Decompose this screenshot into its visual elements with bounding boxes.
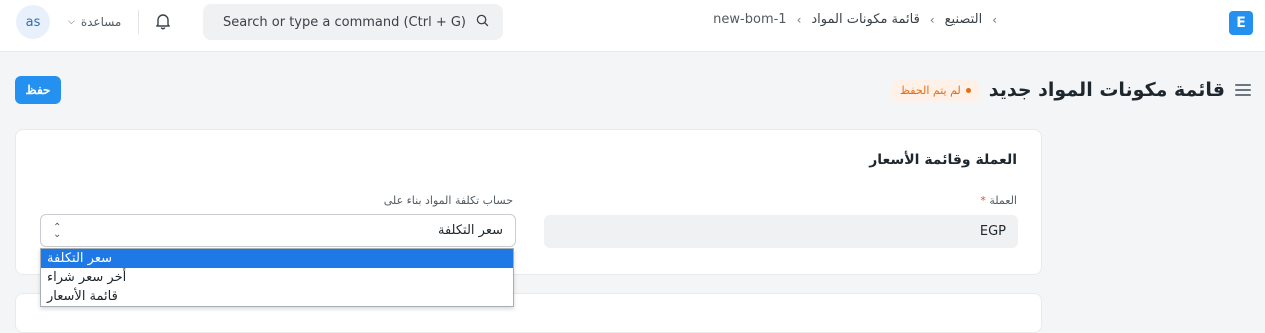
page-head: قائمة مكونات المواد جديد لم يتم الحفظ bbox=[891, 76, 1251, 104]
status-dot-icon bbox=[965, 87, 971, 93]
help-label: مساعدة bbox=[80, 15, 122, 29]
search-icon bbox=[476, 14, 489, 31]
breadcrumb-separator-icon: › bbox=[796, 12, 802, 27]
breadcrumb-separator-icon: › bbox=[929, 12, 935, 27]
rm-cost-options-list: سعر التكلفة أخر سعر شراء قائمة الأسعار bbox=[40, 248, 514, 307]
currency-field[interactable]: EGP bbox=[544, 215, 1018, 248]
chevron-down-icon: ⌵ bbox=[68, 17, 75, 27]
breadcrumb-bom-list[interactable]: قائمة مكونات المواد bbox=[811, 12, 919, 27]
option-price-list[interactable]: قائمة الأسعار bbox=[41, 287, 513, 306]
rm-cost-select[interactable]: ⌃ ⌄ سعر التكلفة bbox=[40, 214, 516, 247]
save-button[interactable]: حفظ bbox=[15, 76, 61, 104]
status-badge-label: لم يتم الحفظ bbox=[899, 83, 961, 97]
required-mark: * bbox=[980, 194, 986, 207]
app-logo[interactable]: E bbox=[1229, 11, 1253, 35]
navbar-divider bbox=[138, 10, 139, 34]
status-badge: لم يتم الحفظ bbox=[891, 79, 979, 101]
option-last-purchase-rate[interactable]: أخر سعر شراء bbox=[41, 268, 513, 287]
notifications-bell-icon[interactable] bbox=[153, 11, 173, 31]
search-bar[interactable]: Search or type a command (Ctrl + G) bbox=[203, 4, 503, 40]
rm-cost-value: سعر التكلفة bbox=[438, 223, 503, 238]
breadcrumb-separator-icon: › bbox=[992, 12, 997, 27]
breadcrumb: › التصنيع › قائمة مكونات المواد › new-bo… bbox=[713, 12, 997, 27]
breadcrumb-manufacturing[interactable]: التصنيع bbox=[945, 12, 983, 27]
breadcrumb-current: new-bom-1 bbox=[713, 12, 787, 27]
option-valuation-rate[interactable]: سعر التكلفة bbox=[41, 249, 513, 268]
sidebar-toggle-icon[interactable] bbox=[1235, 84, 1251, 96]
user-avatar[interactable]: as bbox=[16, 5, 50, 39]
search-placeholder: Search or type a command (Ctrl + G) bbox=[222, 14, 466, 30]
navbar: as ⌵ مساعدة Search or type a command (Ct… bbox=[0, 0, 1265, 52]
help-dropdown[interactable]: ⌵ مساعدة bbox=[68, 12, 121, 32]
select-arrows-icon: ⌃ ⌄ bbox=[53, 221, 62, 240]
currency-label: العملة * bbox=[980, 194, 1017, 207]
rm-cost-label: حساب تكلفة المواد بناء على bbox=[383, 194, 513, 207]
currency-value: EGP bbox=[979, 224, 1006, 239]
section-title: العملة وقائمة الأسعار bbox=[869, 152, 1017, 168]
page-title: قائمة مكونات المواد جديد bbox=[988, 79, 1225, 101]
